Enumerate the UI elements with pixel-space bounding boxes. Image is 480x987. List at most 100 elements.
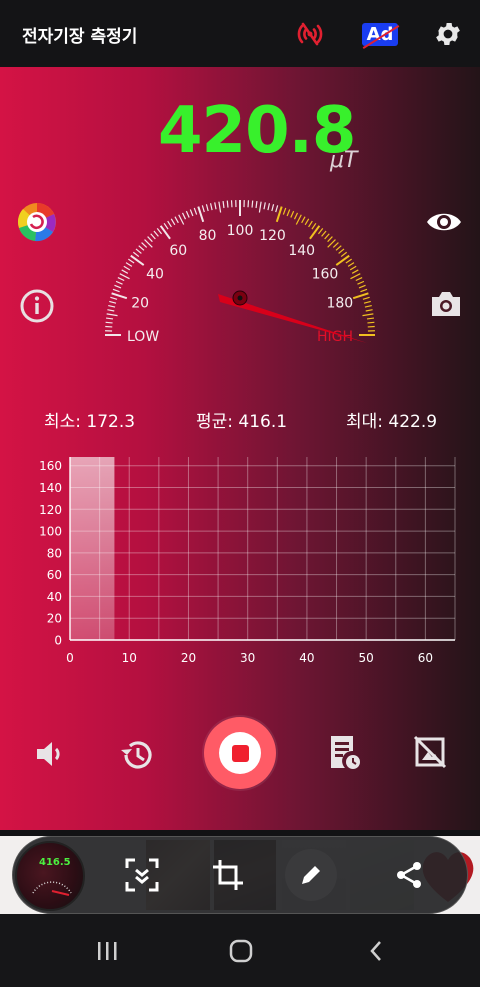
gauge-tick: [290, 210, 295, 218]
gauge-tick: [301, 216, 306, 224]
gauge-tick: [362, 296, 370, 300]
gauge-tick-label: 60: [169, 243, 187, 259]
gear-icon[interactable]: [430, 17, 466, 51]
gauge-tick: [117, 276, 125, 282]
reading: 420.8 μT: [0, 94, 480, 174]
y-tick-label: 160: [39, 459, 62, 473]
gauge-tick: [153, 230, 159, 237]
gauge-tick: [251, 200, 254, 208]
gauge-tick: [121, 269, 129, 274]
y-tick-label: 120: [39, 503, 62, 517]
record-stop-button[interactable]: [204, 717, 276, 789]
gauge-tick: [304, 218, 310, 226]
gauge-tick: [107, 309, 115, 312]
gauge-tick: [132, 251, 140, 258]
gauge-tick: [105, 321, 113, 324]
gauge-tick-label: 120: [259, 228, 286, 244]
gauge-tick: [365, 309, 373, 312]
bottom-controls: [0, 712, 480, 802]
ad-off-icon[interactable]: Ad: [358, 17, 402, 51]
stats-row: 최소: 172.3 평균: 416.1 최대: 422.9: [0, 407, 480, 432]
gauge-tick: [309, 225, 321, 240]
color-theme-icon[interactable]: [16, 201, 58, 243]
gauge-tick: [222, 200, 225, 209]
x-tick-label: 60: [418, 651, 433, 665]
gauge-tick: [311, 223, 317, 230]
gauge-tick: [150, 233, 156, 240]
system-nav-bar: [0, 914, 480, 987]
gauge-tick: [112, 288, 120, 293]
gauge-tick: [363, 300, 371, 304]
gauge-tick: [138, 245, 145, 251]
gauge-tick: [108, 304, 116, 308]
x-tick-label: 10: [122, 651, 137, 665]
gauge-tick: [130, 254, 145, 266]
gauge-tick: [159, 225, 171, 240]
gauge-tick-label: 40: [146, 266, 164, 282]
back-icon[interactable]: [356, 936, 396, 966]
gauge-tick: [351, 269, 359, 274]
gauge-tick: [282, 207, 287, 215]
gauge-tick: [367, 321, 375, 324]
gauge-tick: [340, 251, 348, 258]
history-icon[interactable]: [116, 734, 158, 776]
gauge-tick-label: 80: [199, 228, 217, 244]
y-tick-label: 140: [39, 481, 62, 495]
scroll-capture-icon[interactable]: [119, 852, 165, 898]
gauge-tick: [355, 276, 363, 282]
gauge-tick: [332, 242, 339, 248]
gauge-tick: [321, 230, 327, 237]
gauge-tick-label: 100: [227, 223, 254, 239]
gauge-tick: [362, 313, 374, 317]
gauge-tick: [174, 216, 179, 224]
gauge-tick: [189, 209, 194, 217]
gauge-tick: [258, 201, 262, 213]
gauge-tick: [170, 218, 176, 226]
gauge-tick: [201, 205, 205, 213]
info-icon[interactable]: [18, 287, 56, 325]
log-icon[interactable]: [324, 732, 364, 772]
crop-icon[interactable]: [205, 852, 251, 898]
gauge: LOW20406080 100 120140160180HIGH: [105, 200, 375, 345]
top-app-bar: 전자기장 측정기 Ad: [0, 0, 480, 67]
avg-stat: 평균: 416.1: [196, 412, 288, 432]
gauge-tick: [358, 284, 366, 289]
gauge-tick: [293, 212, 299, 220]
screenshot-thumbnail[interactable]: 416.5: [15, 841, 85, 911]
gauge-tick: [115, 280, 123, 285]
gauge-tick: [345, 258, 352, 264]
gauge-tick: [350, 273, 361, 280]
y-tick-label: 80: [47, 546, 62, 560]
gauge-tick: [205, 204, 209, 212]
gauge-tick: [335, 254, 350, 266]
y-tick-label: 20: [47, 612, 62, 626]
home-icon[interactable]: [221, 936, 261, 966]
gauge-tick: [111, 292, 128, 300]
gauge-tick: [357, 280, 365, 285]
gauge-tick: [193, 207, 198, 215]
y-tick-label: 100: [39, 525, 62, 539]
eye-icon[interactable]: [424, 202, 464, 242]
gauge-tick: [106, 313, 118, 317]
gauge-tick: [275, 205, 279, 213]
gauge-tick: [109, 300, 117, 304]
recents-icon[interactable]: [87, 936, 127, 966]
share-icon[interactable]: [386, 852, 432, 898]
min-stat: 최소: 172.3: [44, 412, 136, 432]
camera-icon[interactable]: [428, 287, 464, 321]
x-tick-label: 0: [66, 651, 74, 665]
app-title: 전자기장 측정기: [22, 27, 138, 47]
gauge-tick: [347, 262, 355, 267]
gauge-tick: [181, 212, 187, 220]
gauge-tick: [338, 248, 345, 254]
gauge-tick: [286, 209, 291, 217]
gauge-tick-label: 20: [131, 296, 149, 312]
gauge-tick-label: LOW: [127, 329, 159, 345]
volume-icon[interactable]: [30, 734, 70, 774]
draw-icon[interactable]: [285, 849, 337, 901]
no-screenshot-icon[interactable]: [410, 732, 450, 772]
no-signal-icon[interactable]: [292, 17, 328, 51]
gauge-tick: [125, 262, 133, 267]
record-stop-icon: [219, 732, 261, 774]
gauge-tick: [185, 210, 190, 218]
